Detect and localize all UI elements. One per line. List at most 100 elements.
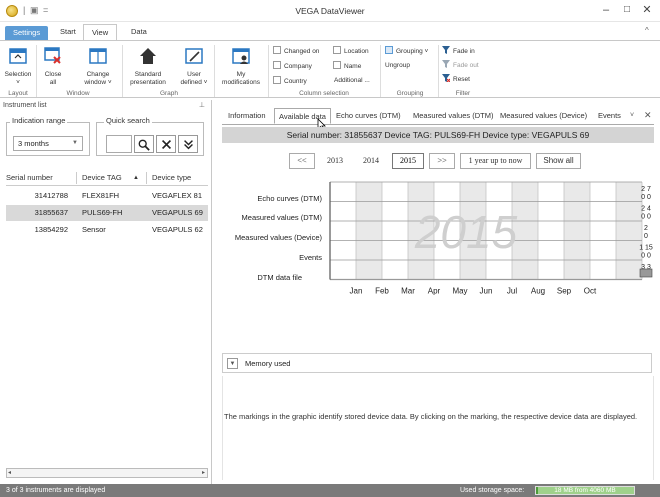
instrument-list-title: Instrument list xyxy=(3,102,47,109)
close-all-label: Close xyxy=(44,71,62,78)
column-header-device-tag[interactable]: Device TAG xyxy=(82,170,122,186)
user-defined-label-line2: defined ˅ xyxy=(180,79,208,86)
month-band xyxy=(564,182,590,280)
previous-years-button[interactable]: << xyxy=(289,153,315,169)
show-all-button[interactable]: Show all xyxy=(536,153,581,169)
cell-serial: 13854292 xyxy=(34,225,68,234)
quick-search-input[interactable] xyxy=(106,135,132,153)
tab-measured-values-dtm[interactable]: Measured values (DTM) xyxy=(409,108,497,124)
column-additional-link[interactable]: Additional ... xyxy=(334,76,370,87)
ribbon-tab-bar: Settings Start View Data ^ xyxy=(0,22,660,43)
tab-start[interactable]: Start xyxy=(52,24,84,40)
fade-out-button[interactable]: Fade out xyxy=(442,60,479,71)
close-tab-button[interactable]: ✕ xyxy=(644,110,652,121)
device-info-bar: Serial number: 31855637 Device TAG: PULS… xyxy=(222,127,654,143)
change-window-icon xyxy=(89,48,107,64)
memory-used-label: Memory used xyxy=(245,359,291,368)
tab-settings[interactable]: Settings xyxy=(5,26,49,40)
ribbon: Selection ˅ Layout Close all Change wind… xyxy=(0,40,660,98)
row-label-events: Events xyxy=(299,253,322,262)
tab-data[interactable]: Data xyxy=(123,24,155,40)
column-name-checkbox[interactable]: Name xyxy=(333,61,361,72)
row-label-echo-curves: Echo curves (DTM) xyxy=(257,194,322,203)
grouping-icon xyxy=(385,46,393,54)
tab-echo-curves[interactable]: Echo curves (DTM) xyxy=(332,108,405,124)
memory-used-section[interactable]: ▼ Memory used xyxy=(222,353,652,373)
checkbox-label: Company xyxy=(284,63,312,70)
scroll-left-icon[interactable]: ◂ xyxy=(8,469,11,476)
tab-overflow-icon[interactable]: ˅ xyxy=(630,112,634,119)
clear-search-button[interactable] xyxy=(156,135,176,153)
grouping-button[interactable]: Grouping ˅ xyxy=(385,46,428,57)
fade-in-button[interactable]: Fade in xyxy=(442,46,475,57)
table-row[interactable]: 31412788 FLEX81FH VEGAFLEX 81 xyxy=(6,188,208,204)
column-changed-on-checkbox[interactable]: Changed on xyxy=(273,46,319,57)
checkbox-box xyxy=(273,46,281,54)
checkbox-box xyxy=(273,76,281,84)
tab-information[interactable]: Information xyxy=(224,108,270,124)
storage-value: 18 MB from 4060 MB xyxy=(554,487,616,494)
data-marker-count: 0 0 xyxy=(641,194,651,201)
year-2013-button[interactable]: 2013 xyxy=(319,153,351,169)
column-country-checkbox[interactable]: Country xyxy=(273,76,307,87)
data-marker-count: 2 4 xyxy=(641,206,651,213)
data-marker-count: 0 xyxy=(644,233,648,240)
column-location-checkbox[interactable]: Location xyxy=(333,46,369,57)
maximize-button[interactable]: □ xyxy=(619,3,635,17)
standard-presentation-label-line2: presentation xyxy=(130,79,166,86)
cell-device-tag: Sensor xyxy=(82,225,106,234)
selection-button[interactable]: Selection ˅ xyxy=(2,46,34,87)
horizontal-scrollbar[interactable]: ◂ ▸ xyxy=(6,468,208,478)
search-button[interactable] xyxy=(134,135,154,153)
checkbox-box xyxy=(333,61,341,69)
ungroup-button[interactable]: Ungroup xyxy=(385,61,410,72)
ribbon-divider xyxy=(122,45,123,97)
year-2014-button[interactable]: 2014 xyxy=(355,153,387,169)
expand-search-button[interactable] xyxy=(178,135,198,153)
pin-icon[interactable]: ⊥ xyxy=(199,101,205,109)
cell-device-tag: FLEX81FH xyxy=(82,191,120,200)
cell-device-tag: PULS69-FH xyxy=(82,208,123,217)
month-label: Jun xyxy=(480,287,493,296)
column-divider xyxy=(146,172,147,184)
data-marker-count: 1 15 xyxy=(639,245,653,252)
collapse-ribbon-icon[interactable]: ^ xyxy=(645,26,649,35)
month-label: Apr xyxy=(428,287,441,296)
reset-filter-label: Reset xyxy=(453,76,470,83)
table-row[interactable]: 13854292 Sensor VEGAPULS 62 xyxy=(6,222,208,238)
tab-events[interactable]: Events xyxy=(594,108,625,124)
indication-range-select[interactable]: 3 months ▼ xyxy=(13,136,83,151)
cell-serial: 31412788 xyxy=(34,191,68,200)
group-label-grouping: Grouping xyxy=(396,90,424,97)
column-header-serial[interactable]: Serial number xyxy=(6,170,53,186)
next-years-button[interactable]: >> xyxy=(429,153,455,169)
quick-search-legend: Quick search xyxy=(104,116,152,125)
expand-memory-toggle[interactable]: ▼ xyxy=(227,358,238,369)
change-window-label-line2: window ˅ xyxy=(84,79,112,86)
checkbox-label: Changed on xyxy=(284,48,320,55)
change-window-button[interactable]: Change window ˅ xyxy=(80,46,116,87)
close-window-button[interactable]: ✕ xyxy=(639,3,655,17)
indication-range-legend: Indication range xyxy=(10,116,68,125)
one-year-up-to-now-button[interactable]: 1 year up to now xyxy=(460,153,531,169)
cell-device-type: VEGAPULS 69 xyxy=(152,208,203,217)
fade-out-label: Fade out xyxy=(453,62,479,69)
instrument-table-header: Serial number Device TAG ▲ Device type xyxy=(6,170,208,186)
month-label: Oct xyxy=(584,287,597,296)
month-label: Mar xyxy=(401,287,415,296)
year-2015-button[interactable]: 2015 xyxy=(392,153,424,169)
column-company-checkbox[interactable]: Company xyxy=(273,61,312,72)
tab-measured-values-device[interactable]: Measured values (Device) xyxy=(496,108,591,124)
group-label-filter: Filter xyxy=(455,90,471,97)
table-row-selected[interactable]: 31855637 PULS69-FH VEGAPULS 69 xyxy=(6,205,208,221)
reset-filter-button[interactable]: Reset xyxy=(442,74,470,85)
column-header-device-type[interactable]: Device type xyxy=(152,170,191,186)
close-all-button[interactable]: Close all xyxy=(40,46,66,87)
month-label: Jul xyxy=(507,287,517,296)
standard-presentation-button[interactable]: Standard presentation xyxy=(126,46,170,87)
scroll-right-icon[interactable]: ▸ xyxy=(202,469,205,476)
minimize-button[interactable]: – xyxy=(598,3,614,17)
user-defined-button[interactable]: User defined ˅ xyxy=(176,46,212,87)
standard-presentation-label: Standard xyxy=(134,71,162,78)
my-modifications-button[interactable]: My modifications xyxy=(216,46,266,87)
